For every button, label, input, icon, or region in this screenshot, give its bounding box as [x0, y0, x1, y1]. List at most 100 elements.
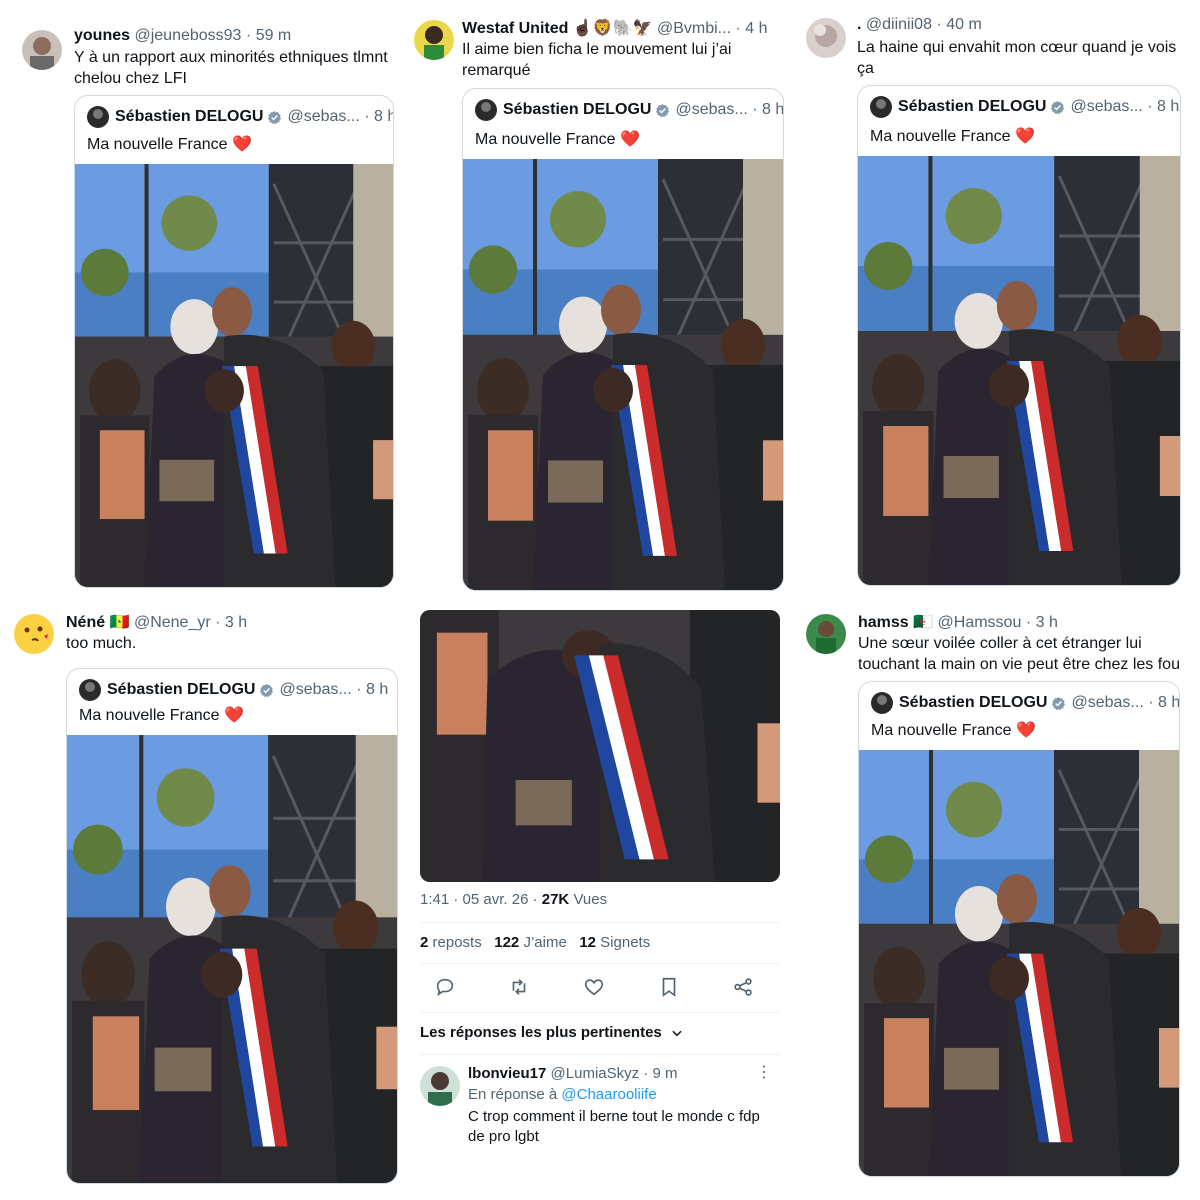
engagement-stats: 2 reposts 122 J’aime 12 Signets — [420, 934, 650, 951]
reply-to-line: En réponse à @Chaarooliife — [468, 1086, 657, 1103]
avatar — [87, 106, 109, 128]
timestamp[interactable]: 9 m — [652, 1065, 677, 1082]
avatar[interactable] — [806, 614, 846, 654]
author-handle[interactable]: @LumiaSkyz — [551, 1065, 640, 1082]
divider — [420, 963, 780, 964]
quoted-tweet-text: Ma nouvelle France ❤️ — [87, 136, 252, 153]
heart-emoji: ❤️ — [1015, 722, 1036, 739]
timestamp[interactable]: 3 h — [225, 614, 247, 631]
reply-tweet-card-5[interactable]: hamss 🇩🇿 @Hamssou · 3 h Une sœur voilée … — [800, 600, 1200, 1200]
divider — [420, 1054, 780, 1055]
quoted-tweet-header: Sébastien DELOGU @sebas... · 8 h — [79, 679, 388, 701]
avatar[interactable] — [22, 30, 62, 70]
avatar[interactable] — [414, 20, 454, 60]
reply-tweet-card-1[interactable]: younes @jeuneboss93 · 59 m Y à un rappor… — [0, 0, 400, 600]
repost-icon[interactable] — [508, 976, 530, 998]
reply-text: C trop comment il berne tout le monde c … — [468, 1108, 760, 1145]
reposts-count[interactable]: 2 — [420, 934, 428, 951]
tweet-header: . @diinii08 · 40 m — [857, 16, 982, 33]
avatar — [475, 99, 497, 121]
reply-to-prefix: En réponse à — [468, 1086, 558, 1103]
author-name[interactable]: Néné — [66, 614, 105, 631]
name-emojis: ☝🏿🦁🐘🦅 — [572, 20, 653, 37]
chevron-down-icon — [672, 1030, 682, 1037]
author-handle: @sebas... — [1070, 98, 1143, 115]
tweet-detail-panel: 1:41 · 05 avr. 26 · 27K Vues 2 reposts 1… — [410, 600, 790, 1200]
avatar[interactable] — [806, 18, 846, 58]
timestamp: 8 h — [365, 681, 389, 698]
reply-tweet-card-4[interactable]: Néné 🇸🇳 @Nene_yr · 3 h too much. Sébasti… — [0, 600, 400, 1200]
author-name[interactable]: younes — [74, 27, 130, 44]
timestamp[interactable]: 59 m — [256, 27, 292, 44]
author-name[interactable]: . — [857, 16, 861, 33]
likes-count[interactable]: 122 — [494, 934, 519, 951]
verified-badge-icon — [1050, 100, 1065, 115]
reply-to-handle[interactable]: @Chaarooliife — [561, 1086, 656, 1103]
heart-emoji: ❤️ — [231, 136, 252, 153]
tweet-text: Y à un rapport aux minorités ethniques t… — [74, 49, 388, 87]
timestamp: 8 h — [373, 108, 393, 125]
tweet-photo[interactable] — [463, 159, 783, 591]
author-handle[interactable]: @Nene_yr — [134, 614, 211, 631]
quoted-tweet[interactable]: Sébastien DELOGU @sebas... · 8 h Ma nouv… — [858, 681, 1180, 1177]
avatar[interactable] — [420, 1066, 460, 1106]
author-handle[interactable]: @Hamssou — [938, 614, 1022, 631]
tweet-photo[interactable] — [858, 156, 1180, 586]
quoted-tweet-text: Ma nouvelle France ❤️ — [79, 707, 244, 724]
reposts-label[interactable]: reposts — [433, 934, 482, 951]
verified-badge-icon — [267, 110, 282, 125]
author-name: Sébastien DELOGU — [503, 101, 652, 118]
tweet-text: La haine qui envahit mon cœur quand je v… — [857, 39, 1177, 77]
author-name[interactable]: hamss — [858, 614, 909, 631]
quoted-tweet[interactable]: Sébastien DELOGU @sebas... · 8 h Ma nouv… — [74, 95, 394, 588]
quoted-tweet-text: Ma nouvelle France ❤️ — [870, 128, 1035, 145]
author-handle: @sebas... — [279, 681, 352, 698]
author-name: Sébastien DELOGU — [898, 98, 1047, 115]
share-icon[interactable] — [732, 976, 754, 998]
author-name[interactable]: Westaf United — [462, 20, 568, 37]
author-handle: @sebas... — [287, 108, 360, 125]
reply-header: lbonvieu17 @LumiaSkyz · 9 m — [468, 1065, 678, 1082]
timestamp: 8 h — [1157, 694, 1180, 711]
reply-tweet-card-2[interactable]: Westaf United ☝🏿🦁🐘🦅 @Bvmbi... · 4 h Il a… — [400, 0, 800, 600]
verified-badge-icon — [259, 683, 274, 698]
bookmarks-label[interactable]: Signets — [600, 934, 650, 951]
name-emojis: 🇩🇿 — [913, 614, 934, 631]
avatar — [79, 679, 101, 701]
quoted-tweet-header: Sébastien DELOGU @sebas... · 8 h — [87, 106, 393, 128]
tweet-photo[interactable] — [420, 610, 780, 882]
face-emoji-avatar[interactable] — [14, 614, 54, 654]
bookmark-icon[interactable] — [658, 976, 680, 998]
quoted-tweet-header: Sébastien DELOGU @sebas... · 8 h — [475, 99, 783, 121]
timestamp: 8 h — [1156, 98, 1180, 115]
reply-icon[interactable] — [434, 976, 456, 998]
author-handle[interactable]: @diinii08 — [866, 16, 932, 33]
heart-emoji: ❤️ — [619, 131, 640, 148]
heart-icon[interactable] — [583, 976, 605, 998]
tweet-header: hamss 🇩🇿 @Hamssou · 3 h — [858, 614, 1058, 631]
more-icon[interactable]: ⋮ — [756, 1065, 772, 1081]
likes-label[interactable]: J’aime — [523, 934, 566, 951]
verified-badge-icon — [655, 103, 670, 118]
tweet-header: Néné 🇸🇳 @Nene_yr · 3 h — [66, 614, 248, 631]
author-handle[interactable]: @jeuneboss93 — [134, 27, 241, 44]
timestamp[interactable]: 3 h — [1036, 614, 1058, 631]
author-name: Sébastien DELOGU — [899, 694, 1048, 711]
quoted-tweet[interactable]: Sébastien DELOGU @sebas... · 8 h Ma nouv… — [66, 668, 398, 1184]
tweet-header: Westaf United ☝🏿🦁🐘🦅 @Bvmbi... · 4 h — [462, 20, 768, 37]
quoted-tweet[interactable]: Sébastien DELOGU @sebas... · 8 h Ma nouv… — [462, 88, 784, 591]
author-name[interactable]: lbonvieu17 — [468, 1065, 546, 1082]
tweet-photo[interactable] — [75, 164, 393, 588]
bookmarks-count[interactable]: 12 — [579, 934, 596, 951]
timestamp[interactable]: 4 h — [745, 20, 767, 37]
tweet-photo[interactable] — [67, 735, 397, 1183]
quoted-tweet[interactable]: Sébastien DELOGU @sebas... · 8 h Ma nouv… — [857, 85, 1181, 586]
author-handle[interactable]: @Bvmbi... — [657, 20, 731, 37]
replies-sort-dropdown[interactable]: Les réponses les plus pertinentes — [420, 1024, 684, 1041]
tweet-photo[interactable] — [859, 750, 1179, 1177]
timestamp[interactable]: 40 m — [946, 16, 982, 33]
author-name: Sébastien DELOGU — [107, 681, 256, 698]
views-label: Vues — [573, 891, 608, 908]
reply-tweet-card-3[interactable]: . @diinii08 · 40 m La haine qui envahit … — [800, 0, 1200, 600]
heart-emoji: ❤️ — [223, 707, 244, 724]
